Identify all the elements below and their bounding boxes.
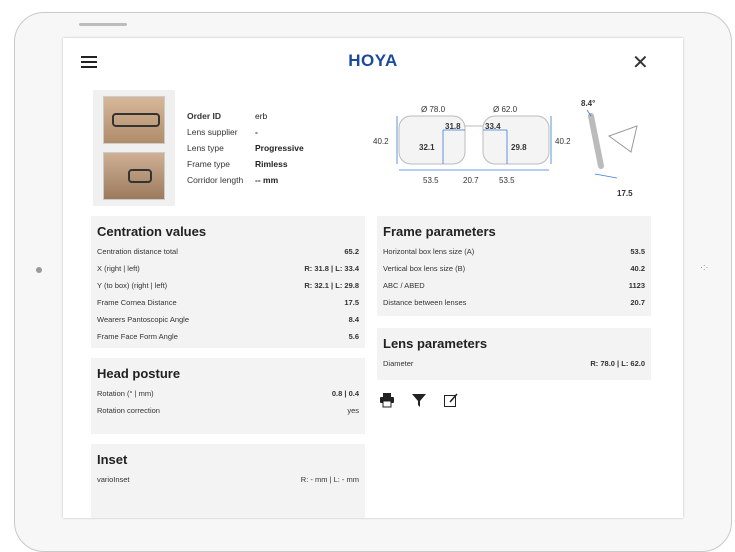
x-left-label: 33.4 [485,122,501,131]
table-row: Centration distance total 65.2 [91,243,365,260]
row-value: R: 31.8 | L: 33.4 [304,264,359,273]
centration-panel: Centration values Centration distance to… [91,216,365,348]
row-value: 5.6 [348,332,359,341]
row-label: varioInset [97,475,130,484]
lens-supplier-value: - [255,127,258,137]
home-button-icon [36,267,42,273]
action-icons [379,392,459,411]
x-right-label: 31.8 [445,122,461,131]
brand-logo: HOYA [348,51,398,70]
side-photo[interactable] [103,152,165,200]
app-screen: HOYA ✕ Order ID erb Lens supplier - Lens t… [63,38,683,518]
row-label: Vertical box lens size (B) [383,264,466,273]
camera-icon: ·:· [700,262,709,272]
bridge-label: 20.7 [463,176,479,185]
row-value: R: 32.1 | L: 29.8 [304,281,359,290]
row-label: X (right | left) [97,264,140,273]
table-row: ABC / ABED 1123 [377,277,651,294]
corridor-length-label: Corridor length [187,175,244,185]
filter-icon[interactable] [411,392,427,411]
right-height-label: 40.2 [373,137,389,146]
row-value: R: - mm | L: - mm [300,475,359,484]
lens-type-row: Lens type Progressive [187,140,304,156]
pantoscopic-label: 8.4° [581,99,595,108]
row-label: Horizontal box lens size (A) [383,247,475,256]
row-label: Centration distance total [97,247,178,256]
row-label: Rotation (° | mm) [97,389,154,398]
table-row: Rotation (° | mm) 0.8 | 0.4 [91,385,365,402]
table-row: Vertical box lens size (B) 40.2 [377,260,651,277]
row-label: Rotation correction [97,406,160,415]
table-row: Frame Face Form Angle 5.6 [91,328,365,345]
order-id-label: Order ID [187,111,222,121]
row-value: 0.8 | 0.4 [331,389,359,398]
head-posture-panel: Head posture Rotation (° | mm) 0.8 | 0.4 … [91,358,365,434]
row-label: Frame Cornea Distance [97,298,177,307]
printer-icon[interactable] [379,392,395,411]
side-lens-shape [588,113,604,169]
table-row: Rotation correction yes [91,402,365,419]
width-left-label: 53.5 [499,176,515,185]
customer-photos [93,90,175,206]
row-value: R: 78.0 | L: 62.0 [590,359,645,368]
row-value: 20.7 [630,298,645,307]
side-eye-shape [607,125,638,153]
edit-icon[interactable] [443,392,459,411]
order-id-value: erb [255,111,268,121]
row-value: 17.5 [344,298,359,307]
table-row: Distance between lenses 20.7 [377,294,651,311]
left-diameter-label: Ø 62.0 [493,105,518,114]
row-value: 40.2 [630,264,645,273]
corridor-length-row: Corridor length -- mm [187,172,304,188]
y-left-label: 29.8 [511,143,527,152]
row-value: 1123 [628,281,645,290]
right-diameter-label: Ø 78.0 [421,105,446,114]
width-right-label: 53.5 [423,176,439,185]
table-row: Wearers Pantoscopic Angle 8.4 [91,311,365,328]
lens-parameters-panel: Lens parameters Diameter R: 78.0 | L: 62.… [377,328,651,380]
row-value: yes [347,406,359,415]
row-label: Distance between lenses [383,298,467,307]
row-label: Wearers Pantoscopic Angle [97,315,189,324]
row-label: Diameter [383,359,414,368]
order-id-row: Order ID erb [187,108,304,124]
y-right-label: 32.1 [419,143,435,152]
frame-parameters-title: Frame parameters [383,224,496,239]
table-row: X (right | left) R: 31.8 | L: 33.4 [91,260,365,277]
cornea-distance-label: 17.5 [617,189,633,198]
lens-type-label: Lens type [187,143,224,153]
row-value: 53.5 [630,247,645,256]
frame-parameters-panel: Frame parameters Horizontal box lens siz… [377,216,651,316]
frame-type-label: Frame type [187,159,230,169]
lens-type-value: Progressive [255,143,304,153]
front-photo[interactable] [103,96,165,144]
frame-type-value: Rimless [255,159,288,169]
row-value: 65.2 [344,247,359,256]
order-info: Order ID erb Lens supplier - Lens type Prog… [187,108,304,188]
row-label: Y (to box) (right | left) [97,281,168,290]
table-row: Frame Cornea Distance 17.5 [91,294,365,311]
left-height-label: 40.2 [555,137,571,146]
table-row: Diameter R: 78.0 | L: 62.0 [377,355,651,372]
table-row: Y (to box) (right | left) R: 32.1 | L: 29… [91,277,365,294]
corridor-length-value: -- mm [255,175,279,185]
row-label: ABC / ABED [383,281,425,290]
top-bar: HOYA ✕ [63,38,683,84]
lens-supplier-row: Lens supplier - [187,124,304,140]
head-posture-title: Head posture [97,366,181,381]
inset-panel: Inset varioInset R: - mm | L: - mm [91,444,365,518]
table-row: Horizontal box lens size (A) 53.5 [377,243,651,260]
lens-supplier-label: Lens supplier [187,127,238,137]
table-row: varioInset R: - mm | L: - mm [91,471,365,488]
lens-parameters-title: Lens parameters [383,336,488,351]
row-label: Frame Face Form Angle [97,332,178,341]
frame-diagram: Ø 78.0 Ø 62.0 40.2 40.2 31.8 33.4 32.1 2… [373,99,638,198]
tablet-button [79,23,127,26]
inset-title: Inset [97,452,128,467]
close-icon[interactable]: ✕ [632,50,649,75]
row-value: 8.4 [348,315,359,324]
frame-type-row: Frame type Rimless [187,156,304,172]
centration-title: Centration values [97,224,207,239]
